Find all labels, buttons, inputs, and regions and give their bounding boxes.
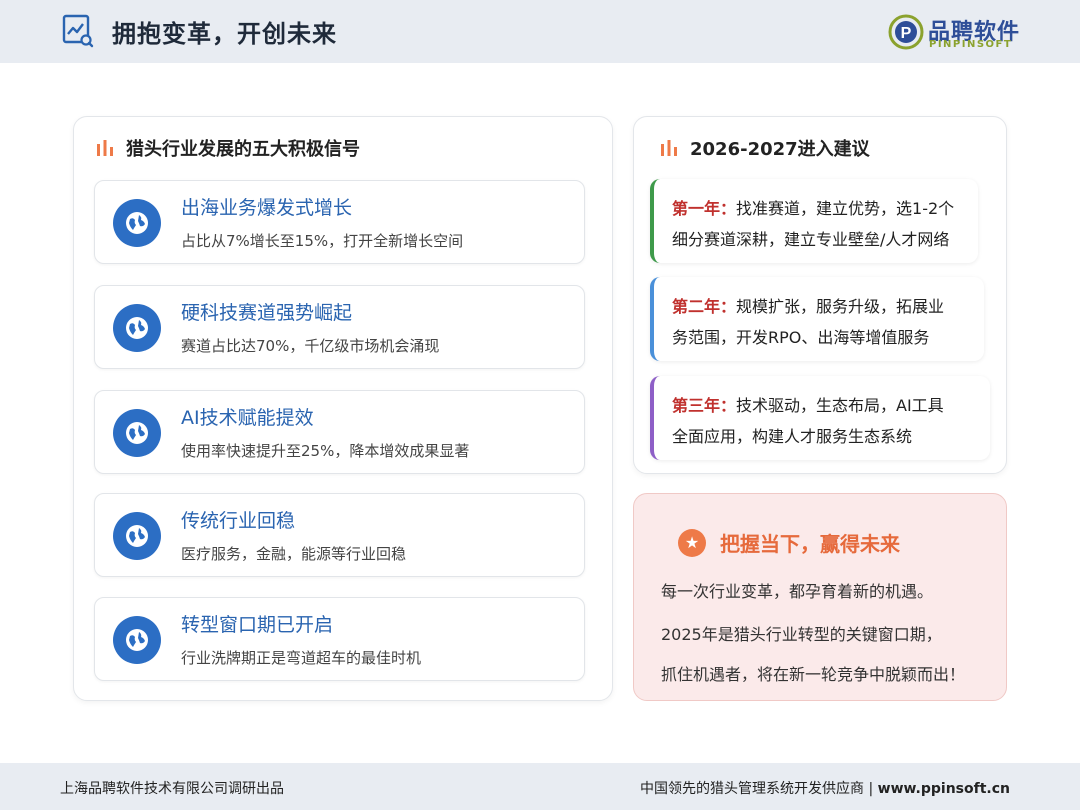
signal-card: 硬科技赛道强势崛起 赛道占比达70%，千亿级市场机会涌现 bbox=[94, 285, 585, 369]
signals-title-text: 猎头行业发展的五大积极信号 bbox=[126, 139, 360, 160]
signal-title: AI技术赋能提效 bbox=[181, 407, 314, 429]
year-text: 找准赛道，建立优势，选1-2个 bbox=[736, 199, 955, 218]
signal-card: AI技术赋能提效 使用率快速提升至25%，降本增效成果显著 bbox=[94, 390, 585, 474]
company-logo: P 品聘软件 PINPINSOFT bbox=[888, 12, 1023, 54]
year-text: 技术驱动，生态布局，AI工具 bbox=[736, 396, 944, 415]
pinpinsoft-logo-icon: P bbox=[888, 14, 924, 50]
signals-panel: 猎头行业发展的五大积极信号 出海业务爆发式增长 占比从7%增长至15%，打开全新… bbox=[73, 116, 613, 701]
year-line-1: 第一年：找准赛道，建立优势，选1-2个 bbox=[672, 195, 954, 219]
globe-icon bbox=[113, 512, 161, 560]
year-line-1: 第二年：规模扩张，服务升级，拓展业 bbox=[672, 293, 944, 317]
signal-title: 出海业务爆发式增长 bbox=[181, 197, 353, 219]
seize-title: ★ 把握当下，赢得未来 bbox=[678, 528, 900, 557]
logo-text-en: PINPINSOFT bbox=[929, 39, 1013, 50]
signal-desc: 使用率快速提升至25%，降本增效成果显著 bbox=[181, 442, 470, 460]
footer-bar: 上海品聘软件技术有限公司调研出品 中国领先的猎头管理系统开发供应商 | www.… bbox=[0, 763, 1080, 810]
year-card-3: 第三年：技术驱动，生态布局，AI工具 全面应用，构建人才服务生态系统 bbox=[650, 376, 990, 460]
page-title: 拥抱变革，开创未来 bbox=[112, 20, 337, 48]
globe-icon bbox=[113, 409, 161, 457]
year-line-2: 全面应用，构建人才服务生态系统 bbox=[672, 427, 913, 446]
year-line-2: 细分赛道深耕，建立专业壁垒/人才网络 bbox=[672, 230, 950, 249]
signal-desc: 行业洗牌期正是弯道超车的最佳时机 bbox=[181, 649, 422, 667]
footer-website-link[interactable]: www.ppinsoft.cn bbox=[878, 781, 1010, 797]
star-icon: ★ bbox=[678, 528, 706, 557]
bar-chart-icon bbox=[661, 140, 677, 156]
footer-company: 上海品聘软件技术有限公司调研出品 bbox=[60, 781, 284, 797]
seize-panel: ★ 把握当下，赢得未来 每一次行业变革，都孕育着新的机遇。 2025年是猎头行业… bbox=[633, 493, 1007, 701]
signal-desc: 占比从7%增长至15%，打开全新增长空间 bbox=[181, 232, 464, 250]
globe-icon bbox=[113, 199, 161, 247]
year-label: 第二年： bbox=[672, 297, 737, 316]
plan-panel: 2026-2027进入建议 第一年：找准赛道，建立优势，选1-2个 细分赛道深耕… bbox=[633, 116, 1007, 474]
year-label: 第三年： bbox=[672, 396, 737, 415]
signal-desc: 医疗服务，金融，能源等行业回稳 bbox=[181, 545, 407, 563]
year-line-1: 第三年：技术驱动，生态布局，AI工具 bbox=[672, 392, 944, 416]
year-line-2: 务范围，开发RPO、出海等增值服务 bbox=[672, 328, 930, 347]
plan-panel-title: 2026-2027进入建议 bbox=[660, 135, 870, 161]
signal-card: 转型窗口期已开启 行业洗牌期正是弯道超车的最佳时机 bbox=[94, 597, 585, 681]
year-card-1: 第一年：找准赛道，建立优势，选1-2个 细分赛道深耕，建立专业壁垒/人才网络 bbox=[650, 179, 978, 263]
svg-text:P: P bbox=[901, 25, 912, 42]
seize-line: 每一次行业变革，都孕育着新的机遇。 bbox=[661, 582, 934, 601]
footer-tagline: 中国领先的猎头管理系统开发供应商 | www.ppinsoft.cn bbox=[640, 778, 1010, 798]
footer-tagline-text: 中国领先的猎头管理系统开发供应商 | bbox=[640, 781, 878, 797]
signal-card: 出海业务爆发式增长 占比从7%增长至15%，打开全新增长空间 bbox=[94, 180, 585, 264]
year-card-2: 第二年：规模扩张，服务升级，拓展业 务范围，开发RPO、出海等增值服务 bbox=[650, 277, 984, 361]
signals-panel-title: 猎头行业发展的五大积极信号 bbox=[96, 135, 360, 161]
header-bar: 拥抱变革，开创未来 P 品聘软件 PINPINSOFT bbox=[0, 0, 1080, 63]
year-label: 第一年： bbox=[672, 199, 737, 218]
globe-icon bbox=[113, 304, 161, 352]
bar-chart-icon bbox=[97, 140, 113, 156]
globe-icon bbox=[113, 616, 161, 664]
seize-title-text: 把握当下，赢得未来 bbox=[720, 532, 900, 556]
signal-card: 传统行业回稳 医疗服务，金融，能源等行业回稳 bbox=[94, 493, 585, 577]
signal-title: 传统行业回稳 bbox=[181, 510, 296, 532]
year-text: 规模扩张，服务升级，拓展业 bbox=[736, 297, 945, 316]
chart-search-icon bbox=[62, 14, 94, 48]
signal-title: 硬科技赛道强势崛起 bbox=[181, 302, 353, 324]
signal-desc: 赛道占比达70%，千亿级市场机会涌现 bbox=[181, 337, 440, 355]
plan-title-text: 2026-2027进入建议 bbox=[690, 139, 870, 160]
seize-line: 2025年是猎头行业转型的关键窗口期， bbox=[661, 625, 942, 644]
signal-title: 转型窗口期已开启 bbox=[181, 614, 334, 636]
seize-line: 抓住机遇者，将在新一轮竞争中脱颖而出！ bbox=[661, 665, 966, 684]
